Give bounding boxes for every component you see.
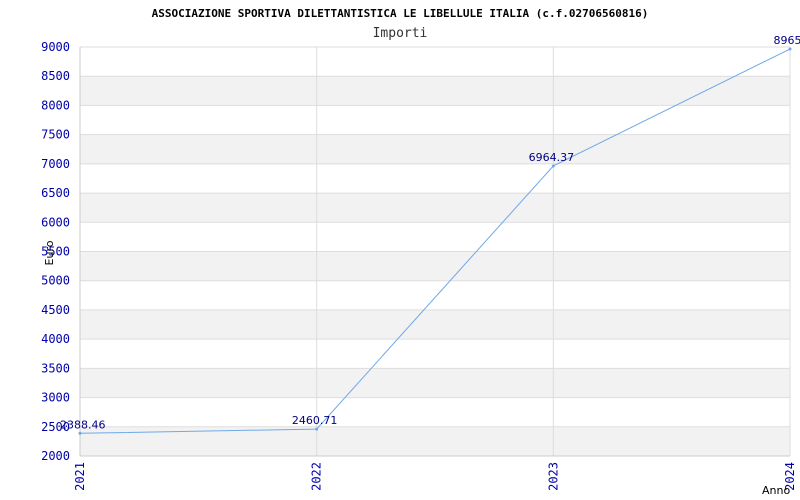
x-axis-label: Anno: [762, 484, 790, 497]
y-tick-label: 2000: [41, 449, 70, 463]
plot-band: [80, 76, 790, 106]
chart-title: ASSOCIAZIONE SPORTIVA DILETTANTISTICA LE…: [152, 7, 649, 20]
y-tick-label: 3500: [41, 361, 70, 375]
x-tick-label: 2023: [546, 462, 560, 491]
plot-band: [80, 309, 790, 340]
y-tick-label: 7500: [41, 128, 70, 142]
y-tick-label: 5000: [41, 274, 70, 288]
plot-band: [80, 193, 790, 223]
x-tick-label: 2022: [310, 462, 324, 491]
y-tick-label: 6000: [41, 215, 70, 229]
plot-band: [80, 251, 790, 281]
y-axis-label: Euro: [43, 240, 56, 265]
y-tick-label: 9000: [41, 40, 70, 54]
data-label: 8965.3: [774, 34, 800, 47]
chart-subtitle: Importi: [373, 26, 428, 41]
y-tick-label: 6500: [41, 186, 70, 200]
y-tick-label: 4000: [41, 332, 70, 346]
y-tick-label: 8500: [41, 69, 70, 83]
data-point: [78, 431, 82, 435]
data-point: [315, 427, 319, 431]
data-label: 6964.37: [529, 151, 575, 164]
data-point: [788, 47, 792, 51]
y-tick-label: 3000: [41, 391, 70, 405]
plot-band: [80, 134, 790, 164]
data-label: 2388.46: [60, 418, 106, 431]
line-chart: 2000250030003500400045005000550060006500…: [41, 7, 800, 497]
y-tick-label: 7000: [41, 157, 70, 171]
plot-band: [80, 368, 790, 398]
x-tick-labels: 2021 2022 2023 2024: [73, 462, 797, 491]
y-tick-label: 8000: [41, 98, 70, 112]
data-point: [551, 164, 555, 168]
plot-bands: [80, 76, 790, 456]
x-tick-label: 2021: [73, 462, 87, 491]
data-label: 2460.71: [292, 414, 338, 427]
y-tick-label: 4500: [41, 303, 70, 317]
